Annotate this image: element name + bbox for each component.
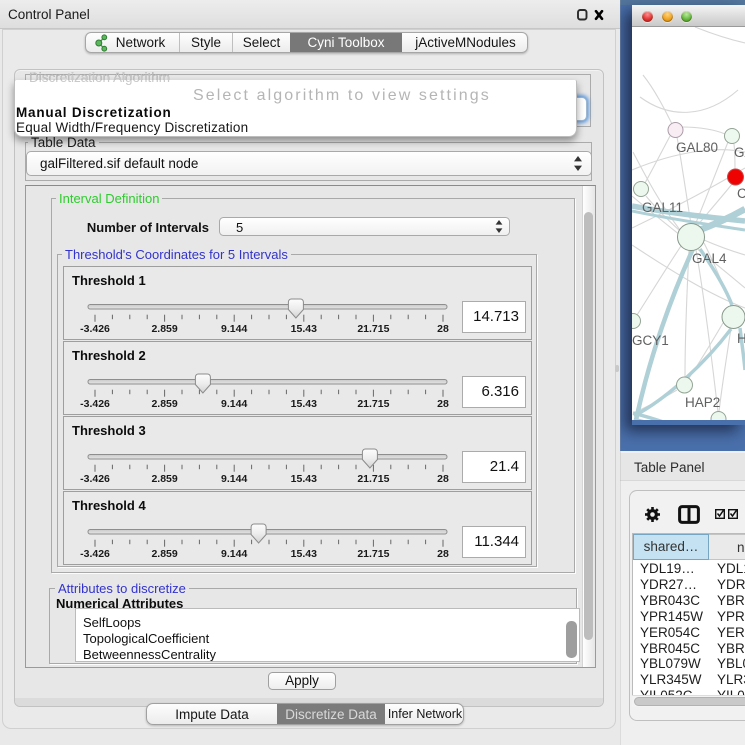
svg-text:28: 28 — [437, 473, 449, 485]
svg-text:-3.426: -3.426 — [80, 473, 110, 485]
svg-text:9.144: 9.144 — [221, 548, 247, 560]
svg-text:GAL80: GAL80 — [676, 140, 718, 155]
svg-text:-3.426: -3.426 — [80, 548, 110, 560]
svg-text:2.859: 2.859 — [151, 548, 177, 560]
svg-text:9.144: 9.144 — [221, 323, 247, 335]
svg-text:2.859: 2.859 — [151, 398, 177, 410]
svg-text:15.43: 15.43 — [291, 473, 317, 485]
svg-text:GAL11: GAL11 — [642, 200, 683, 215]
svg-text:GA: GA — [734, 145, 745, 160]
svg-text:28: 28 — [437, 548, 449, 560]
svg-text:9.144: 9.144 — [221, 473, 247, 485]
svg-text:15.43: 15.43 — [291, 398, 317, 410]
svg-text:2.859: 2.859 — [151, 473, 177, 485]
svg-text:15.43: 15.43 — [291, 323, 317, 335]
svg-text:28: 28 — [437, 398, 449, 410]
svg-text:H: H — [737, 331, 745, 346]
svg-text:C: C — [737, 186, 745, 201]
svg-text:GCY1: GCY1 — [632, 333, 669, 348]
svg-text:21.715: 21.715 — [357, 323, 389, 335]
svg-text:GAL4: GAL4 — [692, 251, 727, 266]
svg-text:9.144: 9.144 — [221, 398, 247, 410]
svg-text:-3.426: -3.426 — [80, 323, 110, 335]
svg-text:21.715: 21.715 — [357, 473, 389, 485]
svg-text:15.43: 15.43 — [291, 548, 317, 560]
svg-text:28: 28 — [437, 323, 449, 335]
svg-text:-3.426: -3.426 — [80, 398, 110, 410]
svg-text:2.859: 2.859 — [151, 323, 177, 335]
svg-text:21.715: 21.715 — [357, 398, 389, 410]
svg-text:21.715: 21.715 — [357, 548, 389, 560]
svg-text:HAP2: HAP2 — [685, 395, 720, 410]
